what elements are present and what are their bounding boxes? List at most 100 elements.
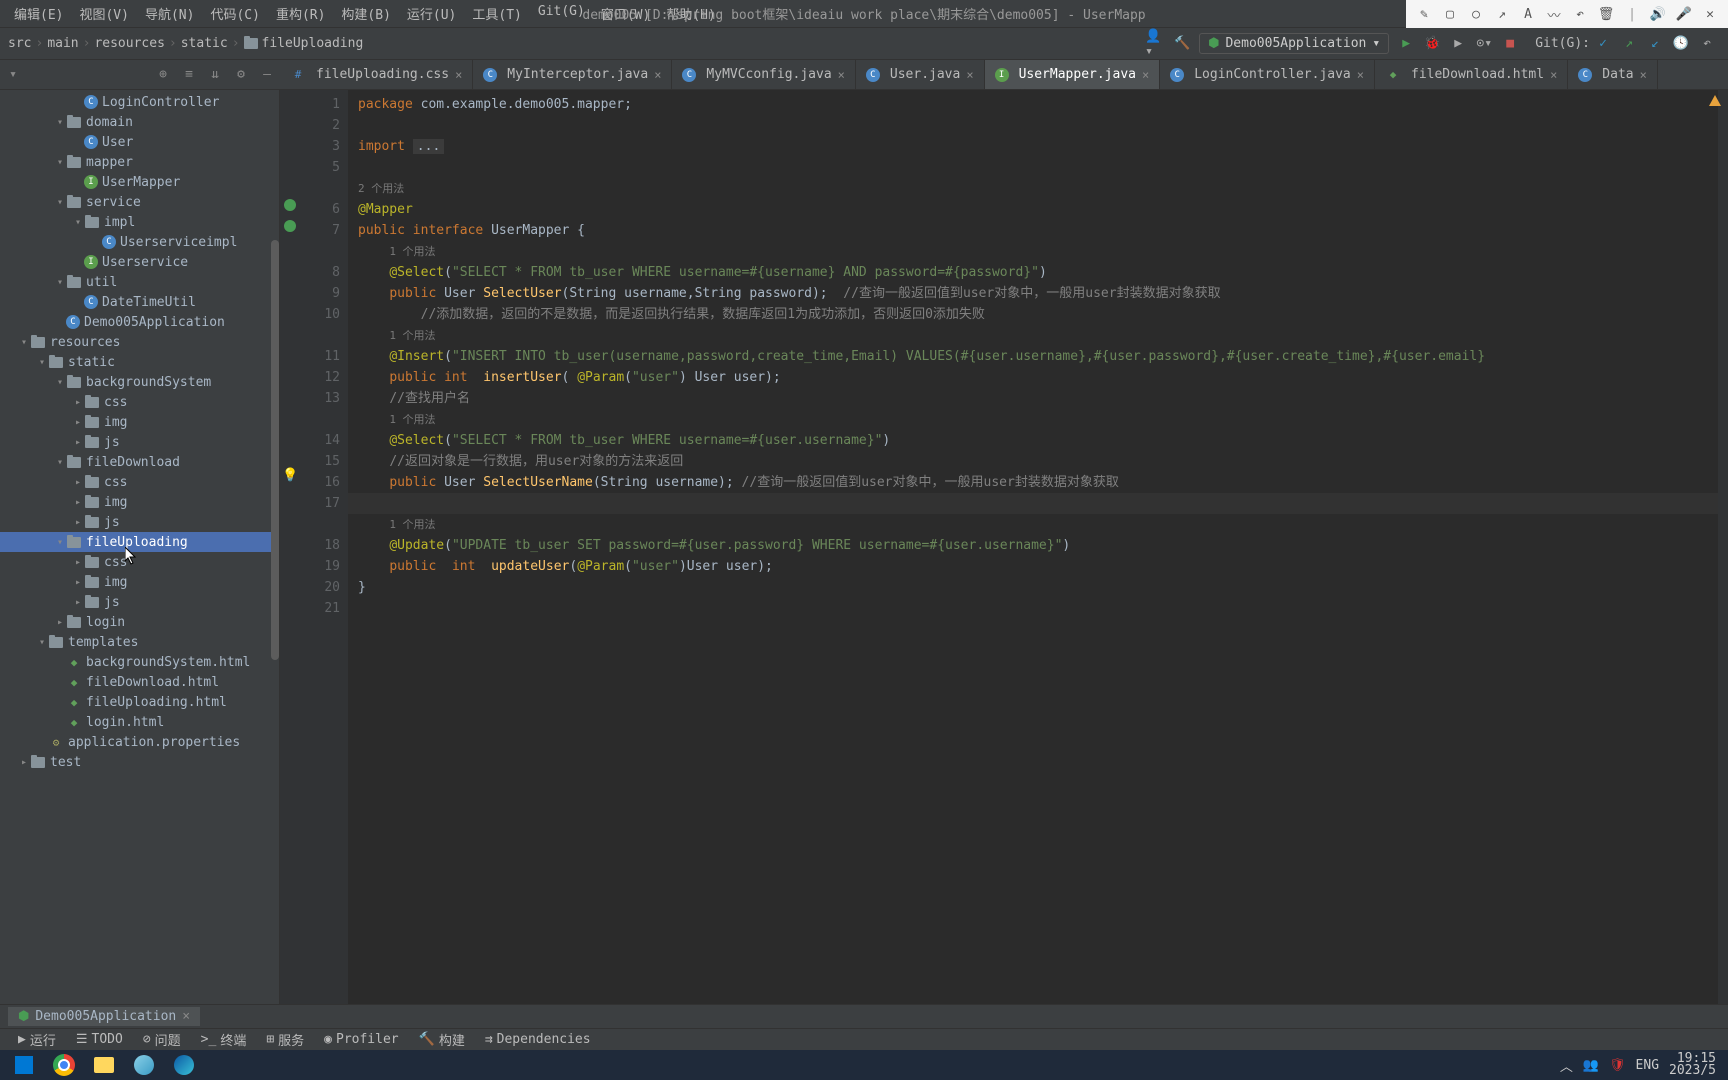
- tree-item[interactable]: ⚙application.properties: [0, 732, 279, 752]
- tree-arrow-icon[interactable]: ▸: [72, 597, 84, 608]
- tree-arrow-icon[interactable]: ▾: [54, 457, 66, 468]
- tree-item[interactable]: ▾impl: [0, 212, 279, 232]
- editor-tab[interactable]: CMyMVCconfig.java×: [672, 60, 855, 89]
- profile-icon[interactable]: ⊙▾: [1473, 33, 1495, 55]
- tree-item[interactable]: ▾domain: [0, 112, 279, 132]
- tree-item[interactable]: ▸img: [0, 412, 279, 432]
- tree-arrow-icon[interactable]: ▸: [72, 417, 84, 428]
- editor-tab[interactable]: CMyInterceptor.java×: [473, 60, 672, 89]
- toolwindow-button[interactable]: >_终端: [191, 1030, 257, 1049]
- expand-icon[interactable]: ≡: [176, 62, 202, 88]
- tree-item[interactable]: ◆fileUploading.html: [0, 692, 279, 712]
- tree-item[interactable]: ▸js: [0, 432, 279, 452]
- run-config-selector[interactable]: ⬢ Demo005Application ▾: [1199, 33, 1389, 54]
- toolwindow-button[interactable]: ◉Profiler: [314, 1032, 408, 1047]
- close-icon[interactable]: ×: [1640, 68, 1647, 82]
- error-stripe[interactable]: [1718, 90, 1728, 1004]
- tree-item[interactable]: ▾fileDownload: [0, 452, 279, 472]
- menu-item[interactable]: 运行(U): [399, 4, 464, 23]
- tree-arrow-icon[interactable]: ▾: [54, 277, 66, 288]
- close-icon[interactable]: ×: [1357, 68, 1364, 82]
- tree-item[interactable]: ▾backgroundSystem: [0, 372, 279, 392]
- tree-arrow-icon[interactable]: ▸: [54, 617, 66, 628]
- git-update-icon[interactable]: ↙: [1644, 33, 1666, 55]
- explorer-icon[interactable]: [84, 1051, 124, 1079]
- debug-icon[interactable]: 🐞: [1421, 33, 1443, 55]
- tree-item[interactable]: IUserMapper: [0, 172, 279, 192]
- breadcrumb-segment[interactable]: src: [8, 36, 31, 51]
- run-icon[interactable]: ▶: [1395, 33, 1417, 55]
- close-icon[interactable]: ×: [182, 1009, 190, 1024]
- undo-icon[interactable]: ↶: [1572, 6, 1588, 22]
- tree-item[interactable]: ▾fileUploading: [0, 532, 279, 552]
- language-indicator[interactable]: ENG: [1636, 1058, 1659, 1073]
- menu-item[interactable]: 工具(T): [464, 4, 529, 23]
- tree-item[interactable]: ▸css: [0, 552, 279, 572]
- editor-tab[interactable]: IUserMapper.java×: [985, 60, 1161, 89]
- menu-item[interactable]: 视图(V): [71, 4, 136, 23]
- breadcrumb-segment[interactable]: static: [181, 36, 228, 51]
- mic-mute-icon[interactable]: 🎤: [1676, 6, 1692, 22]
- close-icon[interactable]: ×: [654, 68, 661, 82]
- text-icon[interactable]: A: [1520, 6, 1536, 22]
- tree-arrow-icon[interactable]: ▾: [36, 637, 48, 648]
- close-icon[interactable]: ×: [1142, 68, 1149, 82]
- menu-item[interactable]: 构建(B): [333, 4, 398, 23]
- tree-item[interactable]: ▸css: [0, 392, 279, 412]
- git-push-icon[interactable]: ↗: [1618, 33, 1640, 55]
- git-rollback-icon[interactable]: ↶: [1696, 33, 1718, 55]
- editor-tab[interactable]: CLoginController.java×: [1160, 60, 1375, 89]
- highlighter-icon[interactable]: 〰: [1546, 6, 1562, 22]
- tree-arrow-icon[interactable]: ▸: [72, 397, 84, 408]
- coverage-icon[interactable]: ▶: [1447, 33, 1469, 55]
- tree-arrow-icon[interactable]: ▾: [54, 157, 66, 168]
- editor-tab[interactable]: CData×: [1568, 60, 1658, 89]
- run-tab[interactable]: ⬢ Demo005Application ×: [8, 1007, 200, 1026]
- tree-item[interactable]: CDateTimeUtil: [0, 292, 279, 312]
- close-icon[interactable]: ×: [838, 68, 845, 82]
- hammer-icon[interactable]: 🔨: [1171, 33, 1193, 55]
- tree-arrow-icon[interactable]: ▾: [54, 377, 66, 388]
- app-icon[interactable]: [124, 1051, 164, 1079]
- close-icon[interactable]: ×: [455, 68, 462, 82]
- tree-item[interactable]: ▾resources: [0, 332, 279, 352]
- tray-chevron-icon[interactable]: ︿: [1560, 1056, 1573, 1075]
- trash-icon[interactable]: 🗑: [1598, 6, 1614, 22]
- toolwindow-button[interactable]: ⊘问题: [133, 1030, 191, 1049]
- tree-item[interactable]: ▸test: [0, 752, 279, 772]
- tree-arrow-icon[interactable]: ▸: [72, 557, 84, 568]
- tree-item[interactable]: ▸js: [0, 592, 279, 612]
- tree-arrow-icon[interactable]: ▾: [54, 197, 66, 208]
- tree-item[interactable]: ▸css: [0, 472, 279, 492]
- tree-item[interactable]: CDemo005Application: [0, 312, 279, 332]
- menu-item[interactable]: 代码(C): [202, 4, 267, 23]
- breadcrumb-segment[interactable]: fileUploading: [262, 36, 364, 51]
- tree-item[interactable]: ◆backgroundSystem.html: [0, 652, 279, 672]
- start-button[interactable]: [4, 1051, 44, 1079]
- editor-tab[interactable]: CUser.java×: [856, 60, 985, 89]
- editor-tab[interactable]: ◆fileDownload.html×: [1375, 60, 1568, 89]
- breadcrumb-segment[interactable]: resources: [94, 36, 164, 51]
- close-icon[interactable]: ✕: [1702, 6, 1718, 22]
- breadcrumb-segment[interactable]: main: [47, 36, 78, 51]
- tree-arrow-icon[interactable]: ▾: [54, 537, 66, 548]
- scrollbar-thumb[interactable]: [271, 240, 279, 660]
- collapse-icon[interactable]: ⇊: [202, 62, 228, 88]
- toolwindow-button[interactable]: ⊞服务: [256, 1030, 314, 1049]
- tree-item[interactable]: ▾mapper: [0, 152, 279, 172]
- square-icon[interactable]: ▢: [1442, 6, 1458, 22]
- settings-icon[interactable]: ⚙: [228, 62, 254, 88]
- tree-arrow-icon[interactable]: ▸: [18, 757, 30, 768]
- tree-arrow-icon[interactable]: ▾: [18, 337, 30, 348]
- arrow-icon[interactable]: ↗: [1494, 6, 1510, 22]
- tray-shield-icon[interactable]: 🛡: [1609, 1058, 1626, 1073]
- clock-date[interactable]: 2023/5: [1669, 1065, 1716, 1077]
- stop-icon[interactable]: ■: [1499, 33, 1521, 55]
- tree-item[interactable]: ▾util: [0, 272, 279, 292]
- tree-arrow-icon[interactable]: ▸: [72, 437, 84, 448]
- menu-item[interactable]: 编辑(E): [6, 4, 71, 23]
- tree-item[interactable]: CUser: [0, 132, 279, 152]
- tree-item[interactable]: ▾static: [0, 352, 279, 372]
- tree-item[interactable]: ◆login.html: [0, 712, 279, 732]
- menu-item[interactable]: 导航(N): [137, 4, 202, 23]
